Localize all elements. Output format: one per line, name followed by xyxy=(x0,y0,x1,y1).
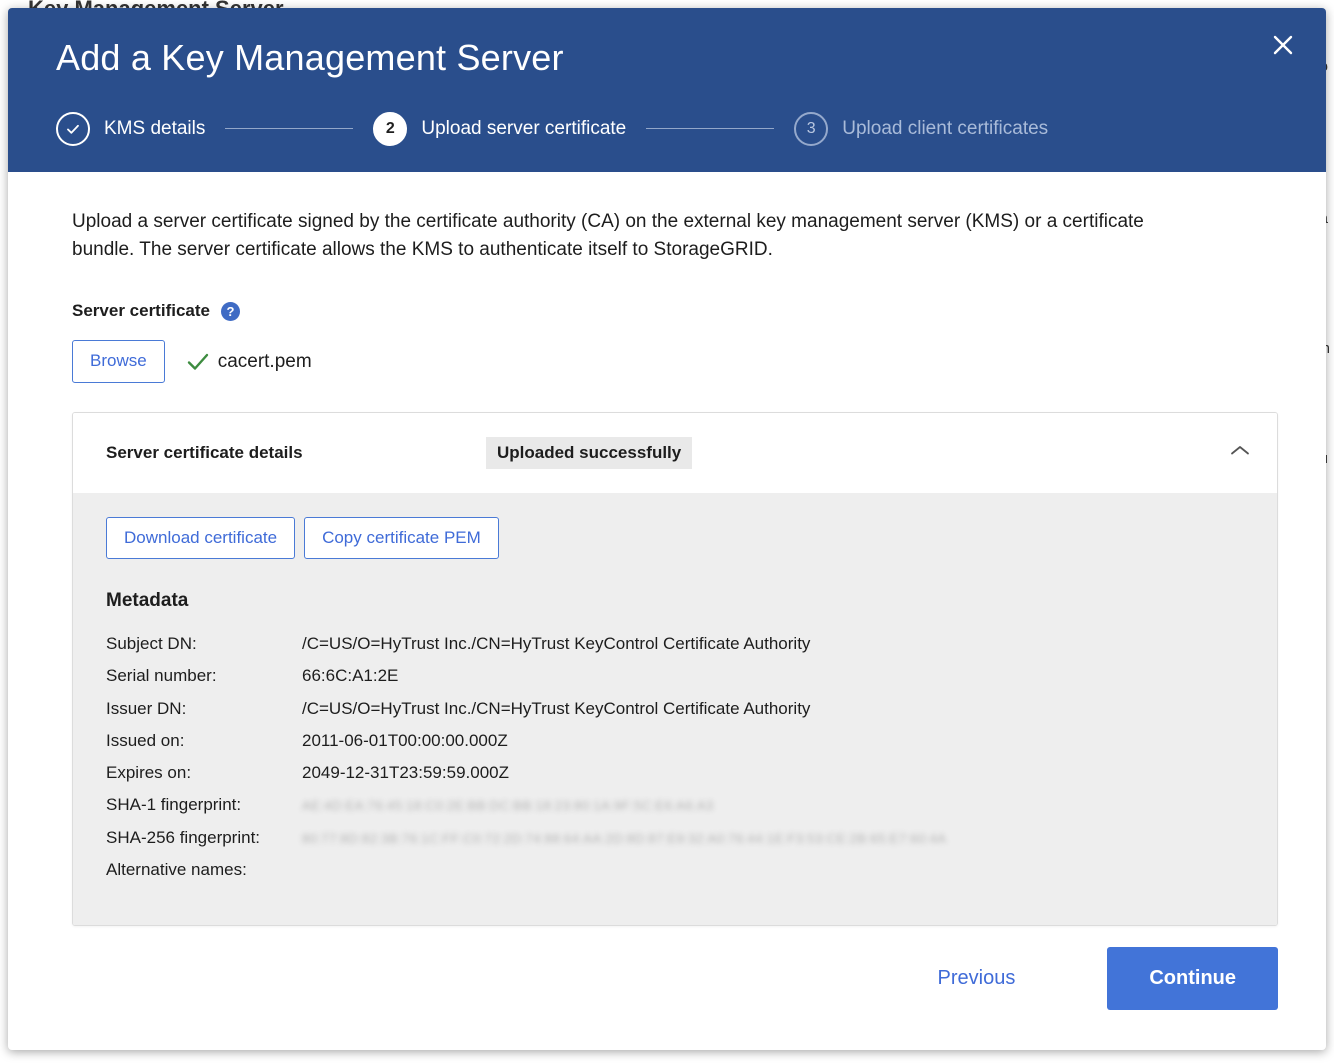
metadata-value: /C=US/O=HyTrust Inc./CN=HyTrust KeyContr… xyxy=(302,698,946,730)
server-certificate-details-panel: Server certificate details Uploaded succ… xyxy=(72,412,1278,926)
download-certificate-button[interactable]: Download certificate xyxy=(106,517,295,559)
step-connector-2 xyxy=(646,128,774,129)
step-kms-details[interactable]: KMS details xyxy=(56,112,205,146)
metadata-value: 66:6C:A1:2E xyxy=(302,665,946,697)
previous-button[interactable]: Previous xyxy=(920,955,1034,1002)
table-row: Issuer DN:/C=US/O=HyTrust Inc./CN=HyTrus… xyxy=(106,698,946,730)
metadata-title: Metadata xyxy=(106,590,1244,612)
copy-certificate-pem-button[interactable]: Copy certificate PEM xyxy=(304,517,499,559)
table-row: Serial number:66:6C:A1:2E xyxy=(106,665,946,697)
metadata-key: SHA-256 fingerprint: xyxy=(106,827,302,859)
metadata-key: Subject DN: xyxy=(106,633,302,665)
details-action-buttons: Download certificate Copy certificate PE… xyxy=(106,517,1244,559)
metadata-key: Issued on: xyxy=(106,730,302,762)
step-1-label: KMS details xyxy=(104,118,205,140)
metadata-value: AE:4D:EA:76:45:18:C0:2E:BB:DC:BB:18:23:8… xyxy=(302,794,946,826)
server-certificate-label: Server certificate xyxy=(72,301,210,321)
server-certificate-field-header: Server certificate ? xyxy=(72,301,1278,321)
metadata-table-body: Subject DN:/C=US/O=HyTrust Inc./CN=HyTru… xyxy=(106,633,946,891)
step-1-badge xyxy=(56,112,90,146)
modal-body: Upload a server certificate signed by th… xyxy=(8,172,1326,947)
intro-text: Upload a server certificate signed by th… xyxy=(72,208,1187,266)
metadata-value: /C=US/O=HyTrust Inc./CN=HyTrust KeyContr… xyxy=(302,633,946,665)
step-3-label: Upload client certificates xyxy=(842,118,1048,140)
help-icon[interactable]: ? xyxy=(221,302,240,321)
table-row: SHA-1 fingerprint:AE:4D:EA:76:45:18:C0:2… xyxy=(106,794,946,826)
metadata-key: SHA-1 fingerprint: xyxy=(106,794,302,826)
details-panel-title: Server certificate details xyxy=(106,443,486,463)
modal-footer: Previous Continue xyxy=(8,947,1326,1050)
page-title: Add a Key Management Server xyxy=(56,38,1286,78)
metadata-value: 80:77:8D:82:3B:76:1C:FF:C0:72:2D:74:88:6… xyxy=(302,827,946,859)
metadata-key: Expires on: xyxy=(106,762,302,794)
details-panel-body: Download certificate Copy certificate PE… xyxy=(73,493,1277,925)
add-kms-modal: Add a Key Management Server KMS details … xyxy=(8,8,1326,1050)
close-icon[interactable] xyxy=(1268,30,1298,60)
check-icon xyxy=(187,352,209,372)
step-2-badge: 2 xyxy=(373,112,407,146)
step-3-badge: 3 xyxy=(794,112,828,146)
uploaded-file-name: cacert.pem xyxy=(218,351,312,373)
step-2-label: Upload server certificate xyxy=(421,118,626,140)
uploaded-file-chip: cacert.pem xyxy=(187,351,312,373)
continue-button[interactable]: Continue xyxy=(1107,947,1278,1010)
table-row: Expires on:2049-12-31T23:59:59.000Z xyxy=(106,762,946,794)
metadata-table: Subject DN:/C=US/O=HyTrust Inc./CN=HyTru… xyxy=(106,633,946,891)
metadata-value xyxy=(302,859,946,891)
table-row: Subject DN:/C=US/O=HyTrust Inc./CN=HyTru… xyxy=(106,633,946,665)
modal-header: Add a Key Management Server KMS details … xyxy=(8,8,1326,172)
step-upload-client-certificates[interactable]: 3 Upload client certificates xyxy=(794,112,1048,146)
table-row: Issued on:2011-06-01T00:00:00.000Z xyxy=(106,730,946,762)
metadata-value: 2049-12-31T23:59:59.000Z xyxy=(302,762,946,794)
chevron-up-icon[interactable] xyxy=(1229,443,1251,462)
details-panel-header[interactable]: Server certificate details Uploaded succ… xyxy=(73,413,1277,493)
metadata-key: Issuer DN: xyxy=(106,698,302,730)
metadata-key: Alternative names: xyxy=(106,859,302,891)
table-row: Alternative names: xyxy=(106,859,946,891)
status-badge: Uploaded successfully xyxy=(486,437,692,469)
redacted-value: 80:77:8D:82:3B:76:1C:FF:C0:72:2D:74:88:6… xyxy=(302,831,946,847)
wizard-stepper: KMS details 2 Upload server certificate … xyxy=(56,112,1286,146)
step-upload-server-certificate[interactable]: 2 Upload server certificate xyxy=(373,112,626,146)
step-connector-1 xyxy=(225,128,353,129)
metadata-value: 2011-06-01T00:00:00.000Z xyxy=(302,730,946,762)
file-upload-row: Browse cacert.pem xyxy=(72,340,1278,382)
redacted-value: AE:4D:EA:76:45:18:C0:2E:BB:DC:BB:18:23:8… xyxy=(302,798,714,814)
metadata-key: Serial number: xyxy=(106,665,302,697)
table-row: SHA-256 fingerprint:80:77:8D:82:3B:76:1C… xyxy=(106,827,946,859)
browse-button[interactable]: Browse xyxy=(72,340,165,382)
